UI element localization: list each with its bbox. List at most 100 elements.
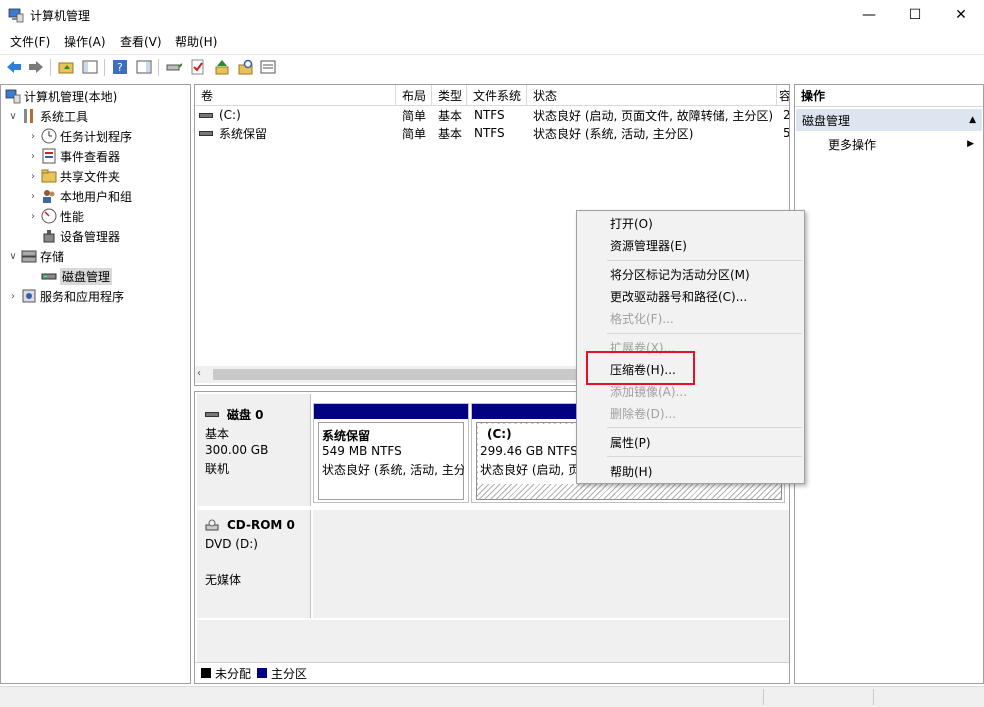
partition-size: 549 MB NTFS	[322, 444, 402, 458]
chevron-right-icon[interactable]: ›	[27, 211, 39, 222]
cdrom-0-label[interactable]: CD-ROM 0 DVD (D:) 无媒体	[197, 510, 311, 618]
menu-item-properties[interactable]: 属性(P)	[610, 432, 651, 452]
column-header-capacity[interactable]: 容	[777, 85, 789, 106]
computer-management-icon	[5, 88, 21, 104]
menu-action[interactable]: 操作(A)	[64, 33, 106, 50]
tree-label: 系统工具	[40, 109, 89, 124]
volume-capacity: 2	[783, 108, 790, 122]
table-row[interactable]: 系统保留 简单 基本 NTFS 状态良好 (系统, 活动, 主分区) 5	[195, 124, 790, 142]
tree-item-local-users[interactable]: › 本地用户和组	[27, 186, 132, 206]
tree-item-device-manager[interactable]: 设备管理器	[41, 226, 120, 246]
tree-label: 服务和应用程序	[40, 289, 125, 304]
properties-list-icon[interactable]	[259, 58, 277, 76]
volume-icon	[199, 112, 213, 118]
device-manager-icon	[41, 228, 57, 244]
legend-unallocated-swatch	[201, 668, 211, 678]
menu-help[interactable]: 帮助(H)	[175, 33, 217, 50]
tree-item-event-viewer[interactable]: › 事件查看器	[27, 146, 120, 166]
menu-item-format: 格式化(F)...	[610, 311, 674, 326]
legend-primary-label: 主分区	[271, 666, 308, 681]
show-hide-tree-icon[interactable]	[81, 58, 99, 76]
volume-capacity: 5	[783, 126, 790, 140]
toolbar-separator	[50, 59, 51, 76]
menu-item-mark-active[interactable]: 将分区标记为活动分区(M)	[610, 264, 750, 284]
help-icon[interactable]: ?	[111, 58, 129, 76]
computer-management-window: 计算机管理 — ☐ ✕ 文件(F) 操作(A) 查看(V) 帮助(H) ? 计算…	[0, 0, 984, 707]
menu-item-open[interactable]: 打开(O)	[610, 213, 653, 233]
context-menu: 打开(O) 资源管理器(E) 将分区标记为活动分区(M) 更改驱动器号和路径(C…	[576, 210, 805, 484]
show-hide-action-pane-icon[interactable]	[135, 58, 153, 76]
cdrom-icon	[205, 519, 219, 531]
disk-icon	[205, 412, 219, 417]
scroll-left-icon[interactable]: ‹	[197, 368, 201, 379]
column-header-status[interactable]: 状态	[527, 85, 777, 106]
partition-system-reserved[interactable]: 系统保留 549 MB NTFS 状态良好 (系统, 活动, 主分	[313, 403, 469, 503]
event-viewer-icon	[41, 148, 57, 164]
menu-view[interactable]: 查看(V)	[120, 33, 162, 50]
tree-label: 共享文件夹	[60, 169, 121, 184]
storage-icon	[21, 248, 37, 264]
tree-item-disk-management[interactable]: 磁盘管理	[41, 266, 113, 286]
connect-drive-icon[interactable]	[165, 58, 183, 76]
minimize-button[interactable]: —	[846, 0, 892, 30]
search-folder-icon[interactable]	[237, 58, 255, 76]
tree-label: 计算机管理(本地)	[24, 89, 118, 104]
menu-file[interactable]: 文件(F)	[10, 33, 50, 50]
chevron-right-icon[interactable]: ›	[27, 151, 39, 162]
chevron-right-icon[interactable]: ›	[27, 191, 39, 202]
tree-item-storage[interactable]: ∨ 存储	[7, 246, 64, 266]
tree-item-task-scheduler[interactable]: › 任务计划程序	[27, 126, 132, 146]
maximize-button[interactable]: ☐	[892, 0, 938, 30]
scrollbar-thumb[interactable]	[213, 369, 593, 380]
up-folder-icon[interactable]	[57, 58, 75, 76]
toolbar-separator	[104, 59, 105, 76]
partition-bar	[314, 404, 468, 419]
legend-primary-swatch	[257, 668, 268, 678]
forward-icon[interactable]	[27, 58, 45, 76]
partition-status: 状态良好 (启动, 页	[480, 463, 581, 477]
column-header-type[interactable]: 类型	[432, 85, 467, 106]
cdrom-state: 无媒体	[205, 573, 242, 587]
volume-status: 状态良好 (系统, 活动, 主分区)	[533, 126, 694, 141]
check-icon[interactable]	[189, 58, 207, 76]
tree-item-services-apps[interactable]: › 服务和应用程序	[7, 286, 124, 306]
chevron-right-icon[interactable]: ›	[27, 131, 39, 142]
navigation-tree: 计算机管理(本地) ∨ 系统工具 › 任务计划程序 › 事件查看器 › 共享文件…	[0, 84, 191, 684]
status-separator	[873, 689, 874, 705]
disk-0-label[interactable]: 磁盘 0 基本 300.00 GB 联机	[197, 394, 311, 506]
actions-more[interactable]: 更多操作 ▶	[796, 133, 982, 155]
chevron-down-icon[interactable]: ∨	[7, 251, 19, 262]
volume-type: 基本	[438, 108, 463, 123]
partition-size: 299.46 GB NTFS	[480, 444, 578, 458]
tree-label: 事件查看器	[60, 149, 121, 164]
menu-item-change-drive-letter[interactable]: 更改驱动器号和路径(C)...	[610, 286, 747, 306]
tree-label: 本地用户和组	[60, 189, 133, 204]
actions-section-disk-management[interactable]: 磁盘管理 ▲	[796, 109, 982, 131]
tree-item-root[interactable]: 计算机管理(本地)	[5, 86, 117, 106]
menu-item-explore[interactable]: 资源管理器(E)	[610, 235, 687, 255]
tree-label: 磁盘管理	[60, 267, 113, 285]
volume-name: (C:)	[219, 108, 241, 122]
close-button[interactable]: ✕	[938, 0, 984, 30]
tree-item-system-tools[interactable]: ∨ 系统工具	[7, 106, 88, 126]
table-row[interactable]: (C:) 简单 基本 NTFS 状态良好 (启动, 页面文件, 故障转储, 主分…	[195, 106, 790, 124]
tree-item-shared-folders[interactable]: › 共享文件夹	[27, 166, 120, 186]
menu-bar: 文件(F) 操作(A) 查看(V) 帮助(H)	[0, 30, 984, 52]
disk-state: 联机	[205, 462, 230, 476]
tree-label: 存储	[40, 249, 65, 264]
actions-header: 操作	[795, 85, 983, 107]
volume-type: 基本	[438, 126, 463, 141]
chevron-down-icon[interactable]: ∨	[7, 111, 19, 122]
tree-item-performance[interactable]: › 性能	[27, 206, 84, 226]
upload-icon[interactable]	[213, 58, 231, 76]
column-header-layout[interactable]: 布局	[396, 85, 432, 106]
tree-label: 任务计划程序	[60, 129, 133, 144]
chevron-right-icon[interactable]: ›	[7, 291, 19, 302]
column-header-filesystem[interactable]: 文件系统	[467, 85, 527, 106]
empty-area	[197, 620, 789, 662]
menu-item-help[interactable]: 帮助(H)	[610, 461, 652, 481]
back-icon[interactable]	[5, 58, 23, 76]
column-header-volume[interactable]: 卷	[195, 85, 396, 106]
chevron-right-icon[interactable]: ›	[27, 171, 39, 182]
collapse-up-icon[interactable]: ▲	[969, 115, 976, 125]
